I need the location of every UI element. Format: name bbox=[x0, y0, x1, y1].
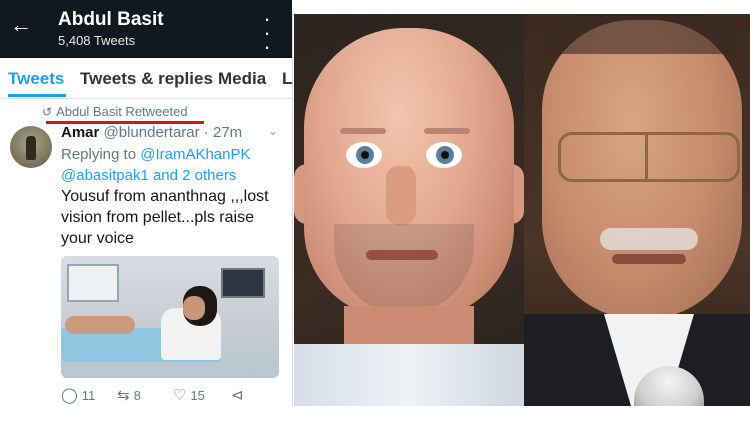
author-name[interactable]: Amar bbox=[61, 124, 99, 141]
tab-likes-partial[interactable]: L bbox=[282, 69, 292, 89]
eyeglasses bbox=[558, 132, 740, 182]
reply-icon: ◯ bbox=[61, 387, 78, 404]
vertical-dots-icon[interactable]: · · · bbox=[262, 8, 272, 58]
share-button[interactable]: ⊲ bbox=[231, 386, 248, 404]
tab-media[interactable]: Media bbox=[218, 69, 266, 89]
retweet-label: Abdul Basit Retweeted bbox=[56, 104, 188, 119]
twitter-screenshot-panel: ← Abdul Basit 5,408 Tweets · · · Tweets Tw… bbox=[0, 0, 293, 422]
tab-tweets-and-replies[interactable]: Tweets & replies bbox=[80, 69, 213, 89]
avatar[interactable] bbox=[10, 126, 52, 168]
back-arrow-icon[interactable]: ← bbox=[10, 14, 32, 36]
reply-count: 11 bbox=[81, 388, 96, 403]
share-icon: ⊲ bbox=[231, 387, 244, 404]
replying-to: Replying to @IramAKhanPK @abasitpak1 and… bbox=[61, 144, 286, 186]
author-handle[interactable]: @blundertarar bbox=[104, 124, 200, 141]
retweet-context: ↺ Abdul Basit Retweeted bbox=[42, 104, 188, 119]
replying-prefix: Replying to bbox=[61, 146, 137, 163]
like-count: 15 bbox=[190, 388, 205, 403]
tweet-actions: ◯ 11 ⇆ 8 ♡ 15 ⊲ bbox=[61, 386, 281, 406]
chevron-down-icon[interactable]: ⌄ bbox=[268, 124, 278, 138]
retweet-button[interactable]: ⇆ 8 bbox=[117, 386, 141, 404]
reply-button[interactable]: ◯ 11 bbox=[61, 386, 95, 404]
image-border-top bbox=[292, 0, 750, 14]
like-button[interactable]: ♡ 15 bbox=[173, 386, 205, 404]
profile-header: ← Abdul Basit 5,408 Tweets · · · bbox=[0, 0, 292, 58]
comparison-photo bbox=[294, 14, 750, 406]
retweet-icon: ⇆ bbox=[117, 387, 130, 404]
image-border-bottom bbox=[292, 406, 750, 422]
tweet-text: Yousuf from ananthnag ,,,lost vision fro… bbox=[61, 188, 269, 247]
tweet-count: 5,408 Tweets bbox=[58, 33, 136, 48]
tab-tweets[interactable]: Tweets bbox=[8, 69, 64, 89]
profile-name: Abdul Basit bbox=[58, 9, 164, 30]
tweet-header: Amar @blundertarar · 27m bbox=[61, 124, 243, 141]
mention-link[interactable]: @IramAKhanPK bbox=[140, 146, 250, 163]
retweet-count: 8 bbox=[133, 388, 141, 403]
heart-icon: ♡ bbox=[173, 387, 187, 404]
active-tab-indicator bbox=[8, 94, 66, 97]
mention-link[interactable]: @abasitpak1 bbox=[61, 167, 149, 184]
mention-others-link[interactable]: and 2 others bbox=[153, 167, 236, 184]
profile-tabs: Tweets Tweets & replies Media L bbox=[0, 58, 292, 99]
tweet-time: 27m bbox=[212, 124, 243, 141]
tweet-media-image[interactable] bbox=[61, 256, 279, 378]
retweet-icon: ↺ bbox=[42, 105, 53, 119]
